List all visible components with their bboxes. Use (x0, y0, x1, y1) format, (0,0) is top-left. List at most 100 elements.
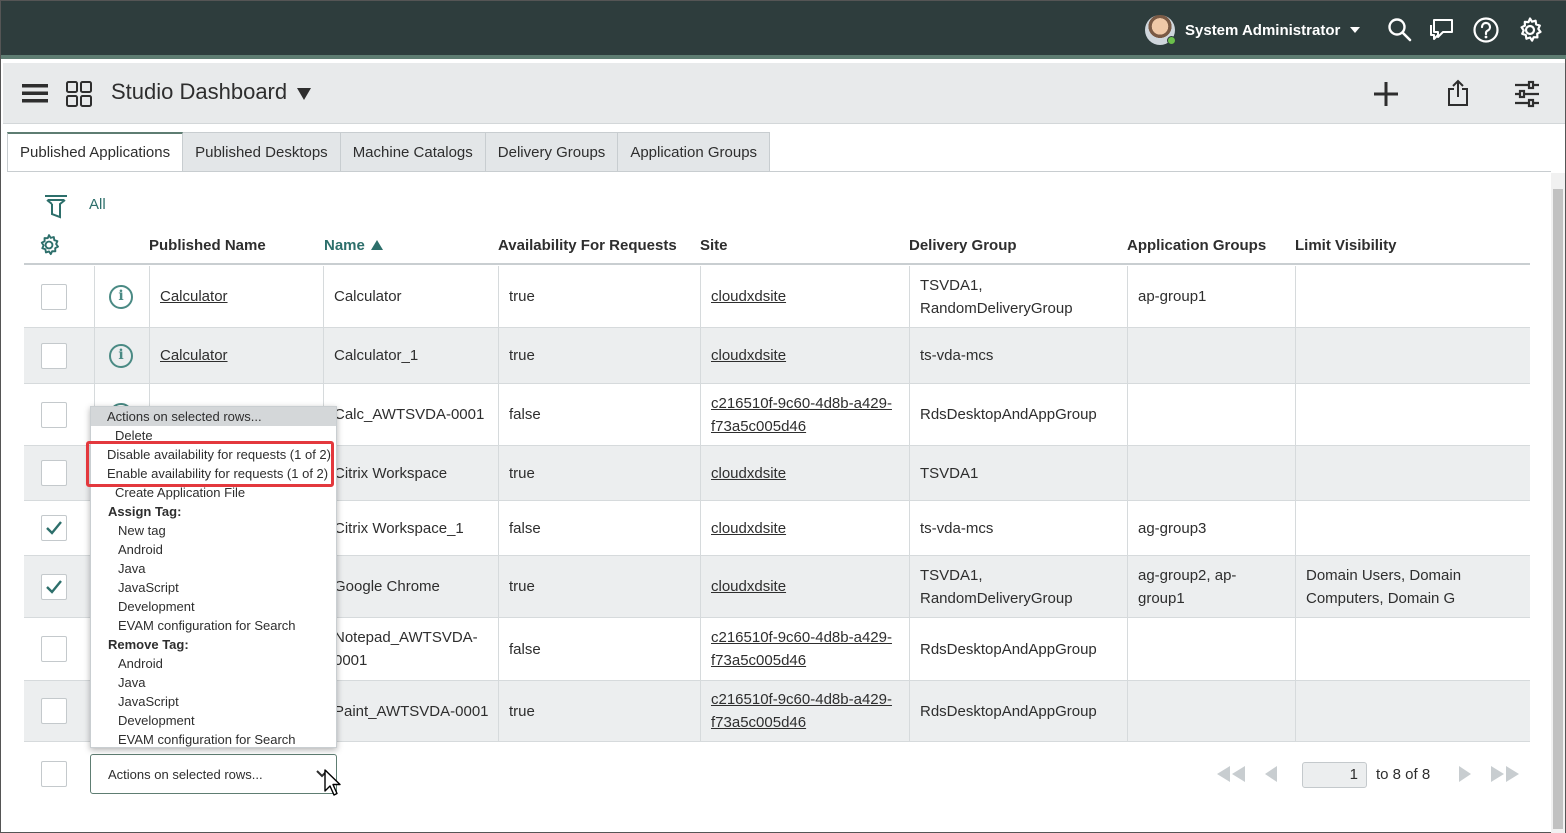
chat-icon[interactable] (1427, 15, 1457, 45)
cell-availability: true (498, 681, 700, 741)
row-checkbox[interactable] (41, 283, 67, 310)
menu-item[interactable]: Java (91, 559, 145, 578)
cell-delivery-group: RdsDesktopAndAppGroup (909, 618, 1127, 680)
cell-delivery-group: TSVDA1, RandomDeliveryGroup (909, 556, 1127, 617)
row-checkbox[interactable] (41, 573, 67, 600)
last-page-icon[interactable] (1489, 765, 1521, 783)
menu-item[interactable]: Android (91, 654, 163, 673)
menu-item[interactable]: EVAM configuration for Search (91, 730, 296, 749)
site-link[interactable]: cloudxdsite (711, 462, 786, 485)
info-icon[interactable]: i (109, 343, 133, 368)
cell-availability: false (498, 618, 700, 680)
cell-delivery-group: ts-vda-mcs (909, 501, 1127, 555)
column-header-availability[interactable]: Availability For Requests (498, 237, 677, 254)
plus-icon[interactable] (1373, 81, 1399, 107)
select-all-checkbox[interactable] (41, 761, 67, 787)
site-link[interactable]: f73a5c005d46 (711, 649, 892, 672)
cell-info: i (94, 328, 149, 383)
menu-item[interactable]: EVAM configuration for Search (91, 616, 296, 635)
menu-item[interactable]: Development (91, 711, 195, 730)
cell-delivery-group: RdsDesktopAndAppGroup (909, 384, 1127, 445)
site-link[interactable]: cloudxdsite (711, 575, 786, 598)
tab-published-desktops[interactable]: Published Desktops (183, 132, 341, 172)
name-text: Citrix Workspace (334, 464, 448, 482)
menu-item[interactable]: New tag (91, 521, 166, 540)
cell-cb (24, 446, 94, 500)
name-text: Calculator (334, 288, 402, 305)
published-name-link[interactable]: Calculator (160, 344, 228, 367)
row-checkbox[interactable] (41, 698, 67, 724)
next-page-icon[interactable] (1457, 765, 1473, 783)
search-icon[interactable] (1385, 15, 1415, 45)
site-link[interactable]: cloudxdsite (711, 285, 786, 308)
sliders-icon[interactable] (1513, 80, 1541, 108)
user-name: System Administrator (1185, 21, 1341, 39)
column-header-published-name[interactable]: Published Name (149, 237, 266, 254)
site-link[interactable]: c216510f-9c60-4d8b-a429- (711, 688, 892, 711)
column-header-delivery-group[interactable]: Delivery Group (909, 237, 1017, 254)
cell-limit-visibility (1295, 266, 1530, 327)
hamburger-menu-icon[interactable] (21, 81, 49, 105)
column-header-site[interactable]: Site (700, 237, 728, 254)
previous-page-icon[interactable] (1263, 765, 1279, 783)
site-link[interactable]: f73a5c005d46 (711, 711, 892, 734)
site-link[interactable]: cloudxdsite (711, 344, 786, 367)
info-icon[interactable]: i (109, 284, 133, 309)
actions-select[interactable]: Actions on selected rows... (90, 754, 337, 794)
cell-application-groups: ap-group1 (1127, 266, 1295, 327)
scrollbar-thumb[interactable] (1553, 189, 1563, 829)
published-name-link[interactable]: Calculator (160, 285, 228, 308)
site-link[interactable]: cloudxdsite (711, 517, 786, 540)
checkmark-icon (46, 521, 62, 535)
avatar (1145, 15, 1176, 45)
cell-limit-visibility (1295, 328, 1530, 383)
site-link[interactable]: c216510f-9c60-4d8b-a429- (711, 392, 892, 415)
cell-application-groups (1127, 618, 1295, 680)
cell-site: cloudxdsite (700, 328, 909, 383)
dropdown-triangle-icon[interactable] (296, 87, 312, 101)
row-checkbox[interactable] (41, 401, 67, 428)
menu-item[interactable]: Android (91, 540, 163, 559)
menu-item[interactable]: Java (91, 673, 145, 692)
grid-icon[interactable] (65, 80, 93, 108)
cell-limit-visibility (1295, 446, 1530, 500)
column-header-name-label: Name (324, 237, 365, 254)
tab-application-groups[interactable]: Application Groups (618, 132, 771, 172)
cell-delivery-group: TSVDA1, RandomDeliveryGroup (909, 266, 1127, 327)
site-link[interactable]: f73a5c005d46 (711, 415, 892, 438)
row-checkbox[interactable] (41, 636, 67, 662)
row-checkbox[interactable] (41, 460, 67, 486)
delivery-group-text: ts-vda-mcs (920, 519, 994, 537)
actions-menu-header[interactable]: Actions on selected rows... (91, 407, 336, 426)
column-header-limit-visibility[interactable]: Limit Visibility (1295, 237, 1396, 254)
filter-icon[interactable] (43, 193, 69, 223)
help-icon[interactable] (1471, 15, 1501, 45)
row-checkbox[interactable] (41, 515, 67, 541)
user-menu[interactable]: System Administrator (1145, 14, 1361, 46)
cell-limit-visibility (1295, 681, 1530, 741)
cell-cb (24, 618, 94, 680)
name-text: Paint_AWTSVDA-0001 (334, 702, 489, 720)
tab-machine-catalogs[interactable]: Machine Catalogs (340, 132, 486, 172)
settings-gear-icon[interactable] (1515, 15, 1545, 45)
column-header-name[interactable]: Name (324, 237, 383, 254)
menu-item[interactable]: JavaScript (91, 578, 179, 597)
share-icon[interactable] (1446, 79, 1470, 107)
menu-item[interactable]: Development (91, 597, 195, 616)
cell-application-groups (1127, 384, 1295, 445)
page-number-input[interactable]: 1 (1302, 762, 1367, 788)
tab-published-applications[interactable]: Published Applications (7, 132, 184, 172)
cell-delivery-group: ts-vda-mcs (909, 328, 1127, 383)
site-link[interactable]: c216510f-9c60-4d8b-a429- (711, 626, 892, 649)
row-checkbox[interactable] (41, 342, 67, 369)
cell-info: i (94, 266, 149, 327)
column-header-application-groups[interactable]: Application Groups (1127, 237, 1266, 254)
tab-delivery-groups[interactable]: Delivery Groups (485, 132, 619, 172)
delivery-group-text: RdsDesktopAndAppGroup (920, 406, 1097, 423)
cell-site: cloudxdsite (700, 501, 909, 555)
menu-item[interactable]: JavaScript (91, 692, 179, 711)
first-page-icon[interactable] (1215, 765, 1247, 783)
availability-text: false (509, 406, 541, 423)
filter-all-link[interactable]: All (89, 196, 106, 213)
limit-visibility-text: Computers, Domain G (1306, 589, 1456, 607)
